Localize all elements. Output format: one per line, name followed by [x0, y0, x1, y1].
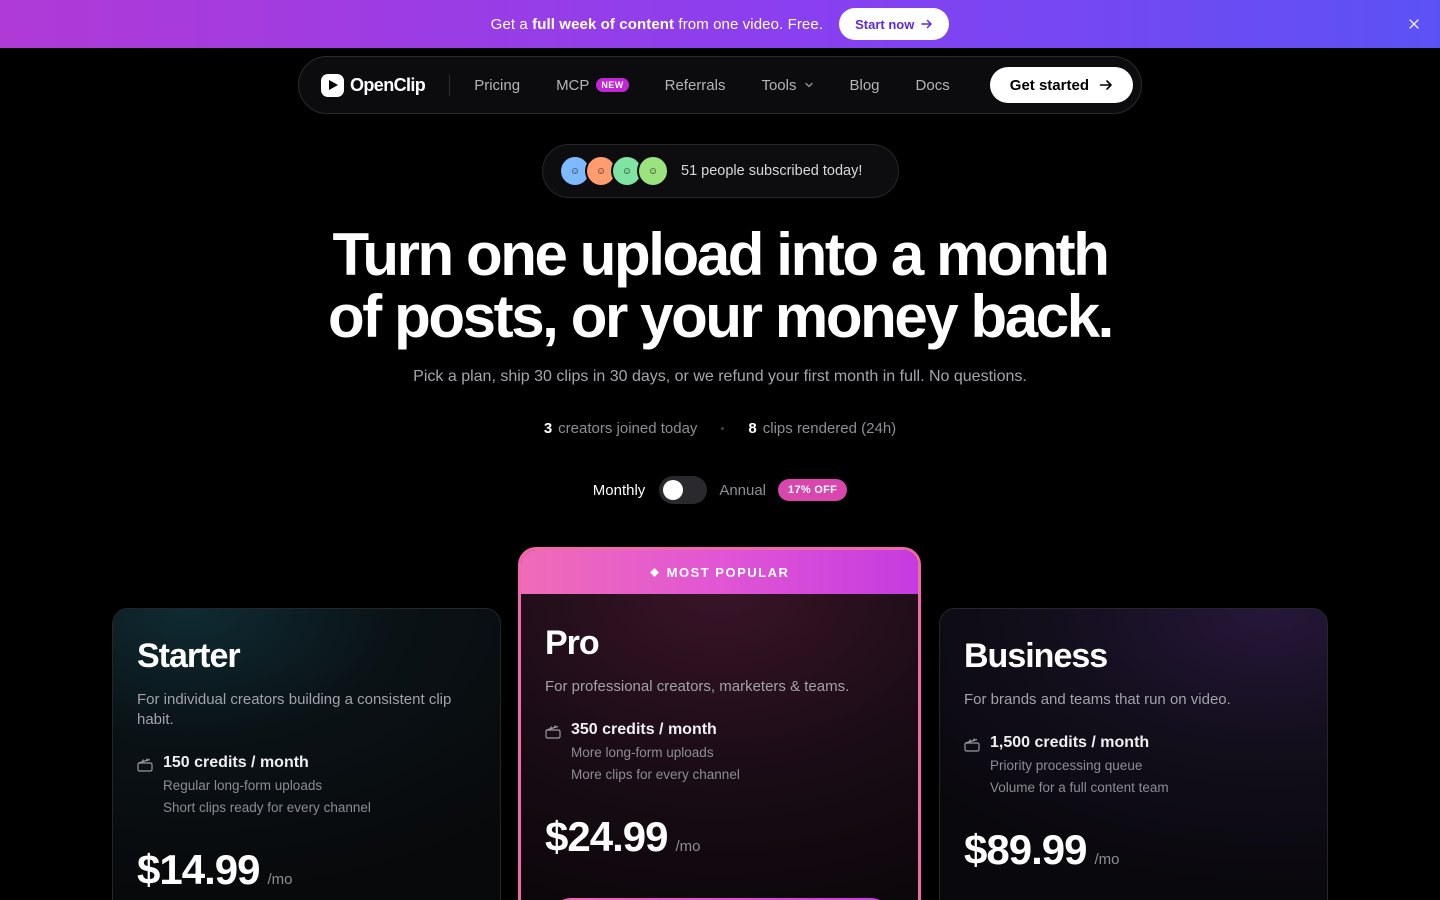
price-row: $89.99 /mo [964, 826, 1303, 874]
plan-description: For professional creators, marketers & t… [545, 678, 850, 695]
live-stats: 3 creators joined today 8 clips rendered (… [0, 420, 1440, 437]
feature-item: More long-form uploads [571, 745, 714, 760]
credits-block: 1,500 credits / month Priority processin… [964, 734, 1303, 796]
announcement-text: Get a full week of content from one vide… [490, 15, 824, 33]
nav-links: Pricing MCP NEW Referrals Tools Blog Doc… [474, 77, 990, 94]
get-started-button[interactable]: Get started [989, 67, 1133, 103]
avatar-stack: ☺ ☺ ☺ ☺ [559, 155, 669, 187]
nav-divider [449, 74, 451, 96]
close-icon[interactable] [1404, 14, 1424, 34]
start-now-label: Start now [855, 16, 915, 32]
top-navigation: OpenClip Pricing MCP NEW Referrals Tools… [298, 56, 1142, 114]
annual-label[interactable]: Annual [719, 482, 766, 499]
feature-item: Short clips ready for every channel [163, 800, 371, 815]
billing-period-toggle[interactable] [659, 476, 708, 504]
plan-name: Pro [545, 624, 600, 662]
credits-amount: 350 credits / month [571, 721, 717, 738]
toggle-knob [663, 480, 684, 500]
plan-card-starter: Starter For individual creators building… [112, 608, 501, 900]
clapperboard-icon [545, 725, 561, 739]
monthly-label[interactable]: Monthly [593, 482, 646, 499]
stat-clips-rendered: 8 clips rendered (24h) [748, 420, 897, 437]
arrow-right-icon [1099, 80, 1112, 90]
credits-block: 350 credits / month More long-form uploa… [545, 721, 894, 783]
feature-item: Volume for a full content team [990, 780, 1169, 795]
nav-link-docs[interactable]: Docs [916, 77, 950, 94]
nav-link-referrals[interactable]: Referrals [665, 77, 726, 94]
price-period: /mo [267, 871, 293, 888]
stat-creators-joined: 3 creators joined today [543, 420, 698, 437]
feature-item: Regular long-form uploads [163, 778, 323, 793]
nav-link-tools[interactable]: Tools [761, 77, 813, 94]
chevron-down-icon [804, 82, 813, 88]
billing-toggle-row: Monthly Annual 17% OFF [0, 476, 1440, 504]
feature-item: More clips for every channel [571, 767, 740, 782]
price: $14.99 [137, 846, 260, 893]
hero-subtitle: Pick a plan, ship 30 clips in 30 days, o… [413, 368, 1027, 385]
nav-link-pricing[interactable]: Pricing [474, 77, 520, 94]
plan-name: Starter [137, 637, 241, 675]
start-now-button[interactable]: Start now [839, 8, 950, 40]
arrow-right-icon [921, 19, 933, 29]
logo-icon [321, 73, 344, 97]
price: $24.99 [545, 813, 668, 860]
diamond-icon [649, 567, 659, 577]
plan-description: For individual creators building a consi… [137, 691, 452, 728]
plan-name: Business [964, 637, 1108, 675]
discount-badge: 17% OFF [778, 479, 848, 501]
logo[interactable]: OpenClip [321, 73, 426, 97]
plan-card-pro: MOST POPULAR Pro For professional creato… [518, 547, 921, 900]
subscribed-count-text: 51 people subscribed today! [681, 163, 863, 179]
credits-amount: 150 credits / month [163, 754, 309, 771]
plan-description: For brands and teams that run on video. [964, 691, 1231, 708]
price-period: /mo [1094, 851, 1120, 868]
nav-link-blog[interactable]: Blog [850, 77, 880, 94]
logo-text: OpenClip [350, 74, 426, 95]
credits-block: 150 credits / month Regular long-form up… [137, 754, 476, 816]
hero-title: Turn one upload into a month of posts, or… [328, 221, 1114, 350]
announcement-bar: Get a full week of content from one vide… [0, 0, 1440, 48]
credits-amount: 1,500 credits / month [990, 734, 1150, 751]
clapperboard-icon [137, 758, 153, 772]
new-badge: NEW [596, 78, 629, 92]
price: $89.99 [964, 826, 1087, 873]
most-popular-banner: MOST POPULAR [521, 550, 918, 594]
stat-separator [721, 427, 725, 430]
avatar: ☺ [637, 155, 669, 187]
nav-link-mcp[interactable]: MCP NEW [556, 77, 629, 94]
price-row: $14.99 /mo [137, 846, 476, 894]
social-proof-pill: ☺ ☺ ☺ ☺ 51 people subscribed today! [542, 144, 899, 198]
feature-item: Priority processing queue [990, 758, 1143, 773]
price-row: $24.99 /mo [545, 813, 894, 861]
price-period: /mo [675, 838, 701, 855]
plan-card-business: Business For brands and teams that run o… [939, 608, 1328, 900]
clapperboard-icon [964, 738, 980, 752]
